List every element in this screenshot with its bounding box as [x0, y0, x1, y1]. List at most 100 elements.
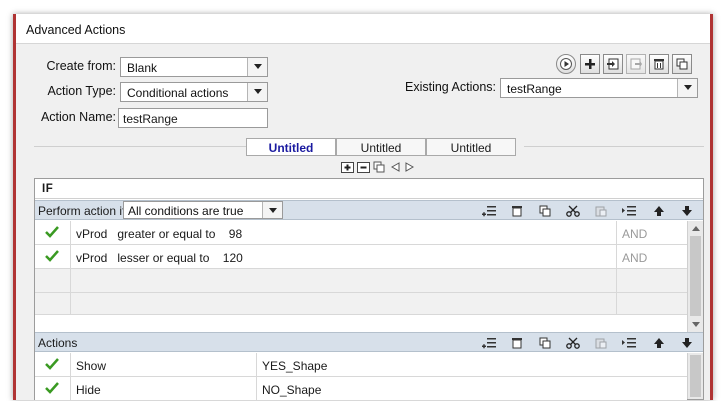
- actions-heading: Actions: [38, 336, 78, 350]
- paste-condition-button[interactable]: [593, 203, 609, 219]
- scissors-icon: [566, 337, 580, 349]
- action-type-select[interactable]: Conditional actions: [120, 82, 268, 102]
- insert-above-button[interactable]: [621, 203, 637, 219]
- move-down-button[interactable]: [679, 203, 695, 219]
- insert-action-above-button[interactable]: [621, 335, 637, 351]
- condition-operator: greater or equal to: [117, 227, 216, 241]
- checkmark-icon: [45, 250, 59, 262]
- import-action-button[interactable]: [603, 54, 623, 74]
- divider: [34, 146, 246, 147]
- export-action-button[interactable]: [626, 54, 646, 74]
- action-row[interactable]: Show YES_Shape: [35, 353, 687, 377]
- cut-condition-button[interactable]: [565, 203, 581, 219]
- copy-condition-button[interactable]: [537, 203, 553, 219]
- action-target[interactable]: NO_Shape: [257, 377, 687, 401]
- arrow-up-icon: [654, 338, 664, 348]
- condition-row[interactable]: vProd greater or equal to 98 AND: [35, 221, 687, 245]
- condition-operator: lesser or equal to: [117, 251, 210, 265]
- conditions-toolbar: Perform action if: All conditions are tr…: [35, 200, 703, 220]
- tab-decision-3[interactable]: Untitled: [426, 138, 516, 156]
- condition-variable: vProd: [76, 227, 108, 241]
- tab-decision-2[interactable]: Untitled: [336, 138, 426, 156]
- condition-value: 120: [222, 251, 243, 265]
- scrollbar-thumb[interactable]: [690, 355, 701, 397]
- actions-toolbar: Actions: [35, 332, 703, 352]
- conditions-scrollbar[interactable]: [687, 221, 703, 333]
- triangle-right-icon: [405, 162, 414, 172]
- delete-action-row-button[interactable]: [509, 335, 525, 351]
- insert-row-icon: [622, 338, 636, 348]
- remove-decision-button[interactable]: [356, 160, 370, 174]
- action-command[interactable]: Hide: [71, 377, 257, 401]
- tab-decision-1[interactable]: Untitled: [246, 138, 336, 156]
- action-type-value: Conditional actions: [127, 86, 229, 100]
- insert-action-button[interactable]: [481, 335, 497, 351]
- condition-joiner[interactable]: AND: [617, 245, 687, 269]
- condition-row-empty[interactable]: [35, 269, 687, 293]
- perform-condition-select[interactable]: All conditions are true: [123, 201, 283, 219]
- chevron-down-icon: [247, 83, 267, 101]
- condition-row[interactable]: vProd lesser or equal to 120 AND: [35, 245, 687, 269]
- paste-action-button[interactable]: [593, 335, 609, 351]
- decision-panel: IF Perform action if: All conditions are…: [34, 178, 704, 401]
- duplicate-icon: [373, 161, 385, 173]
- previous-decision-button[interactable]: [388, 160, 402, 174]
- move-action-down-button[interactable]: [679, 335, 695, 351]
- action-row[interactable]: Hide NO_Shape: [35, 377, 687, 401]
- insert-condition-button[interactable]: [481, 203, 497, 219]
- arrow-up-icon: [654, 206, 664, 216]
- duplicate-icon: [676, 58, 687, 70]
- insert-row-icon: [622, 206, 636, 216]
- condition-variable: vProd: [76, 251, 108, 265]
- arrow-down-icon: [682, 206, 692, 216]
- play-icon: [560, 58, 572, 70]
- copy-action-button[interactable]: [537, 335, 553, 351]
- scroll-down-icon[interactable]: [688, 317, 703, 331]
- condition-joiner[interactable]: AND: [617, 221, 687, 245]
- add-decision-button[interactable]: [340, 160, 354, 174]
- export-icon: [630, 58, 642, 70]
- insert-row-icon: [482, 206, 496, 217]
- insert-row-icon: [482, 338, 496, 349]
- delete-condition-button[interactable]: [509, 203, 525, 219]
- chevron-down-icon: [247, 58, 267, 76]
- paste-icon: [595, 338, 607, 349]
- chevron-down-icon: [677, 79, 697, 97]
- scrollbar-thumb[interactable]: [690, 236, 701, 316]
- chevron-down-icon: [262, 202, 282, 218]
- accent-bar: [13, 202, 15, 372]
- scissors-icon: [566, 205, 580, 217]
- action-name-input[interactable]: testRange: [118, 108, 268, 128]
- action-command[interactable]: Show: [71, 353, 257, 377]
- create-from-select[interactable]: Blank: [120, 57, 268, 77]
- condition-expression[interactable]: vProd greater or equal to 98: [71, 221, 617, 245]
- cut-action-button[interactable]: [565, 335, 581, 351]
- checkmark-icon: [45, 382, 59, 394]
- add-icon: [340, 161, 354, 173]
- condition-row-empty[interactable]: [35, 293, 687, 315]
- actions-scrollbar[interactable]: [687, 353, 703, 399]
- create-from-value: Blank: [127, 61, 158, 75]
- action-target[interactable]: YES_Shape: [257, 353, 687, 377]
- preview-button[interactable]: [556, 54, 576, 74]
- scroll-up-icon[interactable]: [688, 221, 703, 235]
- arrow-down-icon: [682, 338, 692, 348]
- delete-action-button[interactable]: [649, 54, 669, 74]
- condition-expression[interactable]: vProd lesser or equal to 120: [71, 245, 617, 269]
- copy-icon: [539, 205, 551, 217]
- action-name-label: Action Name:: [40, 110, 116, 124]
- if-heading: IF: [35, 179, 703, 199]
- next-decision-button[interactable]: [402, 160, 416, 174]
- advanced-actions-dialog: Advanced Actions Create from: Blank Acti…: [13, 14, 713, 401]
- move-up-button[interactable]: [651, 203, 667, 219]
- duplicate-action-button[interactable]: [672, 54, 692, 74]
- duplicate-decision-button[interactable]: [372, 160, 386, 174]
- import-icon: [607, 58, 619, 70]
- delete-icon: [512, 206, 522, 217]
- existing-actions-select[interactable]: testRange: [500, 78, 698, 98]
- perform-condition-value: All conditions are true: [128, 204, 244, 218]
- minus-icon: [356, 161, 370, 173]
- move-action-up-button[interactable]: [651, 335, 667, 351]
- add-action-button[interactable]: [580, 54, 600, 74]
- dialog-title: Advanced Actions: [16, 14, 710, 44]
